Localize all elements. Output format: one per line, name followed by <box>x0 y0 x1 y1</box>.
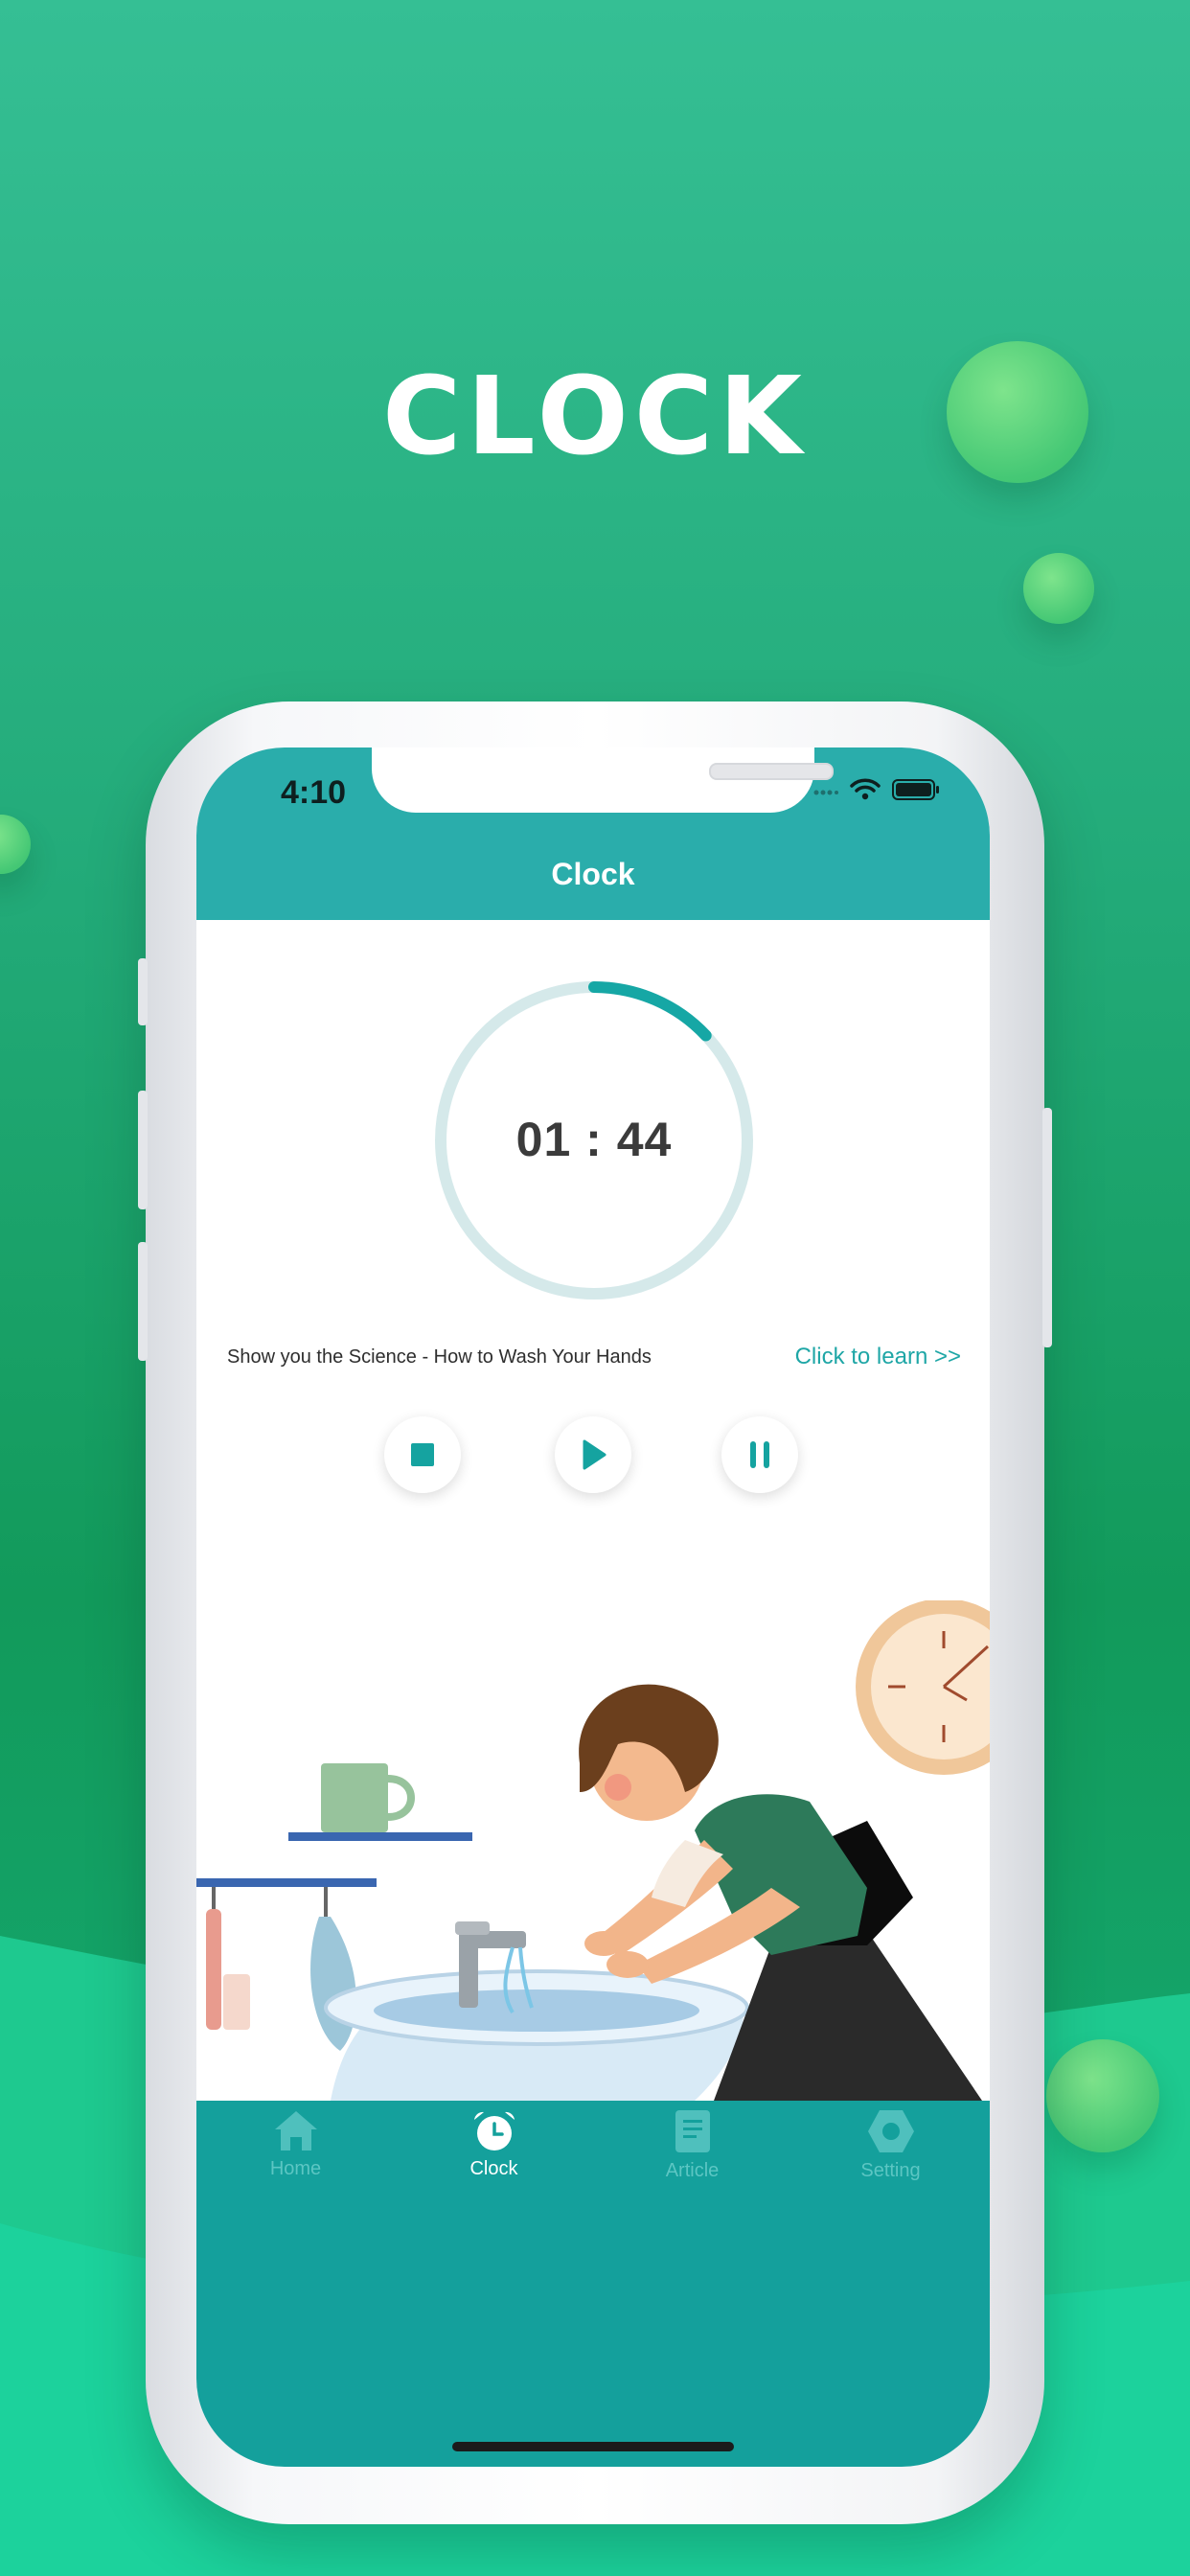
alarm-clock-icon <box>473 2111 515 2150</box>
tab-article-label: Article <box>665 2160 720 2181</box>
home-indicator[interactable] <box>452 2442 734 2451</box>
cellular-signal-icon <box>813 790 838 795</box>
stop-icon <box>411 1443 434 1466</box>
home-icon <box>274 2111 317 2150</box>
tab-clock[interactable]: Clock <box>395 2108 593 2204</box>
hexagon-gear-icon <box>867 2110 914 2152</box>
learn-more-link[interactable]: Click to learn >> <box>795 1344 961 1370</box>
tab-article[interactable]: Article <box>593 2108 791 2204</box>
wall-clock-illustration <box>856 1600 990 1775</box>
header-title: Clock <box>551 857 635 891</box>
science-description: Show you the Science - How to Wash Your … <box>227 1346 652 1368</box>
decor-bubble-bottom <box>1046 2039 1159 2152</box>
handwashing-illustration <box>196 1600 990 2101</box>
phone-power-button <box>1042 1108 1052 1347</box>
app-header: 4:10 Clock <box>196 748 990 920</box>
timer-display: 01 : 44 <box>515 1113 673 1166</box>
page-title: CLOCK <box>382 355 808 479</box>
stop-button[interactable] <box>384 1416 461 1493</box>
tab-home-label: Home <box>269 2158 322 2179</box>
phone-volume-down <box>138 1242 148 1361</box>
wifi-icon <box>850 778 881 800</box>
play-button[interactable] <box>555 1416 631 1493</box>
decor-bubble-small <box>1023 553 1094 624</box>
phone-silent-switch <box>138 958 148 1025</box>
pause-icon <box>750 1441 769 1468</box>
tab-setting-label: Setting <box>860 2160 921 2181</box>
play-icon <box>583 1439 606 1470</box>
phone-screen: 4:10 Clock 01 : 44 Show you the Science … <box>196 748 990 2467</box>
status-icons <box>813 778 940 801</box>
book-icon <box>675 2110 710 2152</box>
tab-bar: Home Clock Article Setting <box>196 2101 990 2467</box>
battery-icon <box>892 779 939 800</box>
notch <box>372 748 834 813</box>
tab-clock-label: Clock <box>469 2158 518 2179</box>
pause-button[interactable] <box>721 1416 798 1493</box>
tab-home[interactable]: Home <box>196 2108 395 2204</box>
status-time: 4:10 <box>281 774 347 811</box>
shelf-mug-illustration <box>288 1763 472 1841</box>
phone-volume-up <box>138 1091 148 1209</box>
tab-setting[interactable]: Setting <box>791 2108 990 2204</box>
